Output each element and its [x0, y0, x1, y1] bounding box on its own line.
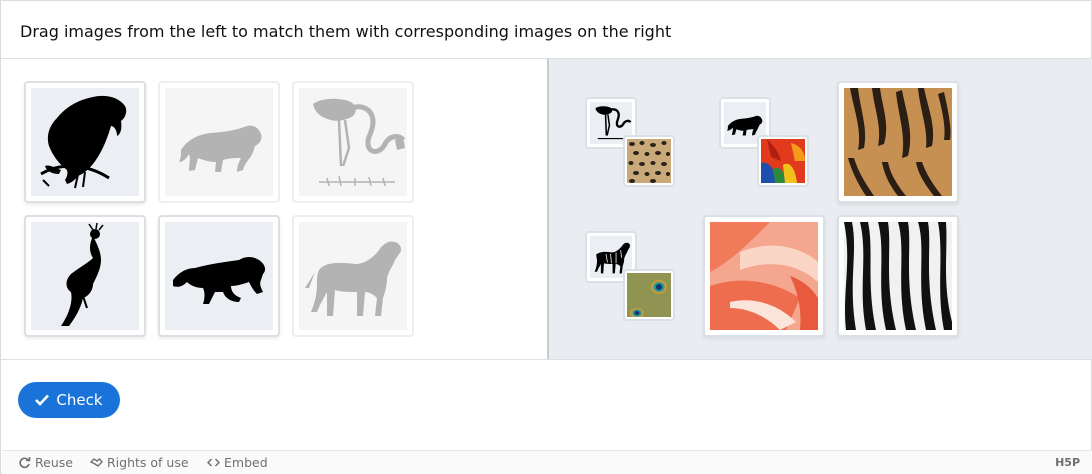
dropzone-peacock-feathers[interactable] [623, 269, 675, 321]
draggable-parrot[interactable] [24, 81, 146, 203]
dropzone-leopard-fur[interactable] [623, 135, 675, 187]
check-button-label: Check [56, 391, 103, 409]
embed-link[interactable]: Embed [207, 455, 268, 470]
rights-of-use-link[interactable]: Rights of use [90, 455, 189, 470]
draggable-peacock[interactable] [24, 215, 146, 337]
leopard-fur-texture [627, 139, 671, 183]
handshake-icon [90, 458, 103, 467]
reuse-label: Reuse [35, 455, 73, 470]
check-button[interactable]: Check [18, 382, 120, 418]
zebra-stripes-texture [844, 222, 952, 330]
dropzone-flamingo-feathers[interactable] [703, 215, 825, 337]
panther-silhouette-icon [179, 125, 262, 172]
flamingo-feathers-texture [710, 222, 818, 330]
dropzone-parrot-feathers[interactable] [757, 135, 809, 187]
draggable-tiger[interactable] [158, 215, 280, 337]
parrot-silhouette-icon [40, 95, 127, 189]
tiger-fur-texture [844, 88, 952, 196]
flamingo-silhouette-icon [313, 98, 406, 187]
code-icon [207, 458, 220, 467]
tiger-silhouette-icon [173, 257, 266, 304]
draggable-flamingo-placed [292, 81, 414, 203]
task-description: Drag images from the left to match them … [20, 22, 672, 41]
h5p-logo[interactable]: H5P [1055, 456, 1080, 469]
footer-bar: Reuse Rights of use Embed H5P [2, 450, 1092, 474]
reuse-icon [19, 457, 31, 469]
rights-of-use-label: Rights of use [107, 455, 189, 470]
parrot-feathers-texture [761, 139, 805, 183]
zebra-silhouette-icon [305, 241, 402, 316]
embed-label: Embed [224, 455, 268, 470]
peacock-feathers-texture [627, 273, 671, 317]
draggable-panther-placed [158, 81, 280, 203]
h5p-content-frame: Drag images from the left to match them … [0, 0, 1092, 474]
peacock-silhouette-icon [61, 222, 104, 326]
draggable-zebra-placed [292, 215, 414, 337]
reuse-link[interactable]: Reuse [18, 455, 73, 470]
divider-bottom [1, 359, 1092, 360]
checkmark-icon [35, 394, 50, 406]
dropzone-tiger-fur[interactable] [837, 81, 959, 203]
dropzone-zebra-stripes[interactable] [837, 215, 959, 337]
